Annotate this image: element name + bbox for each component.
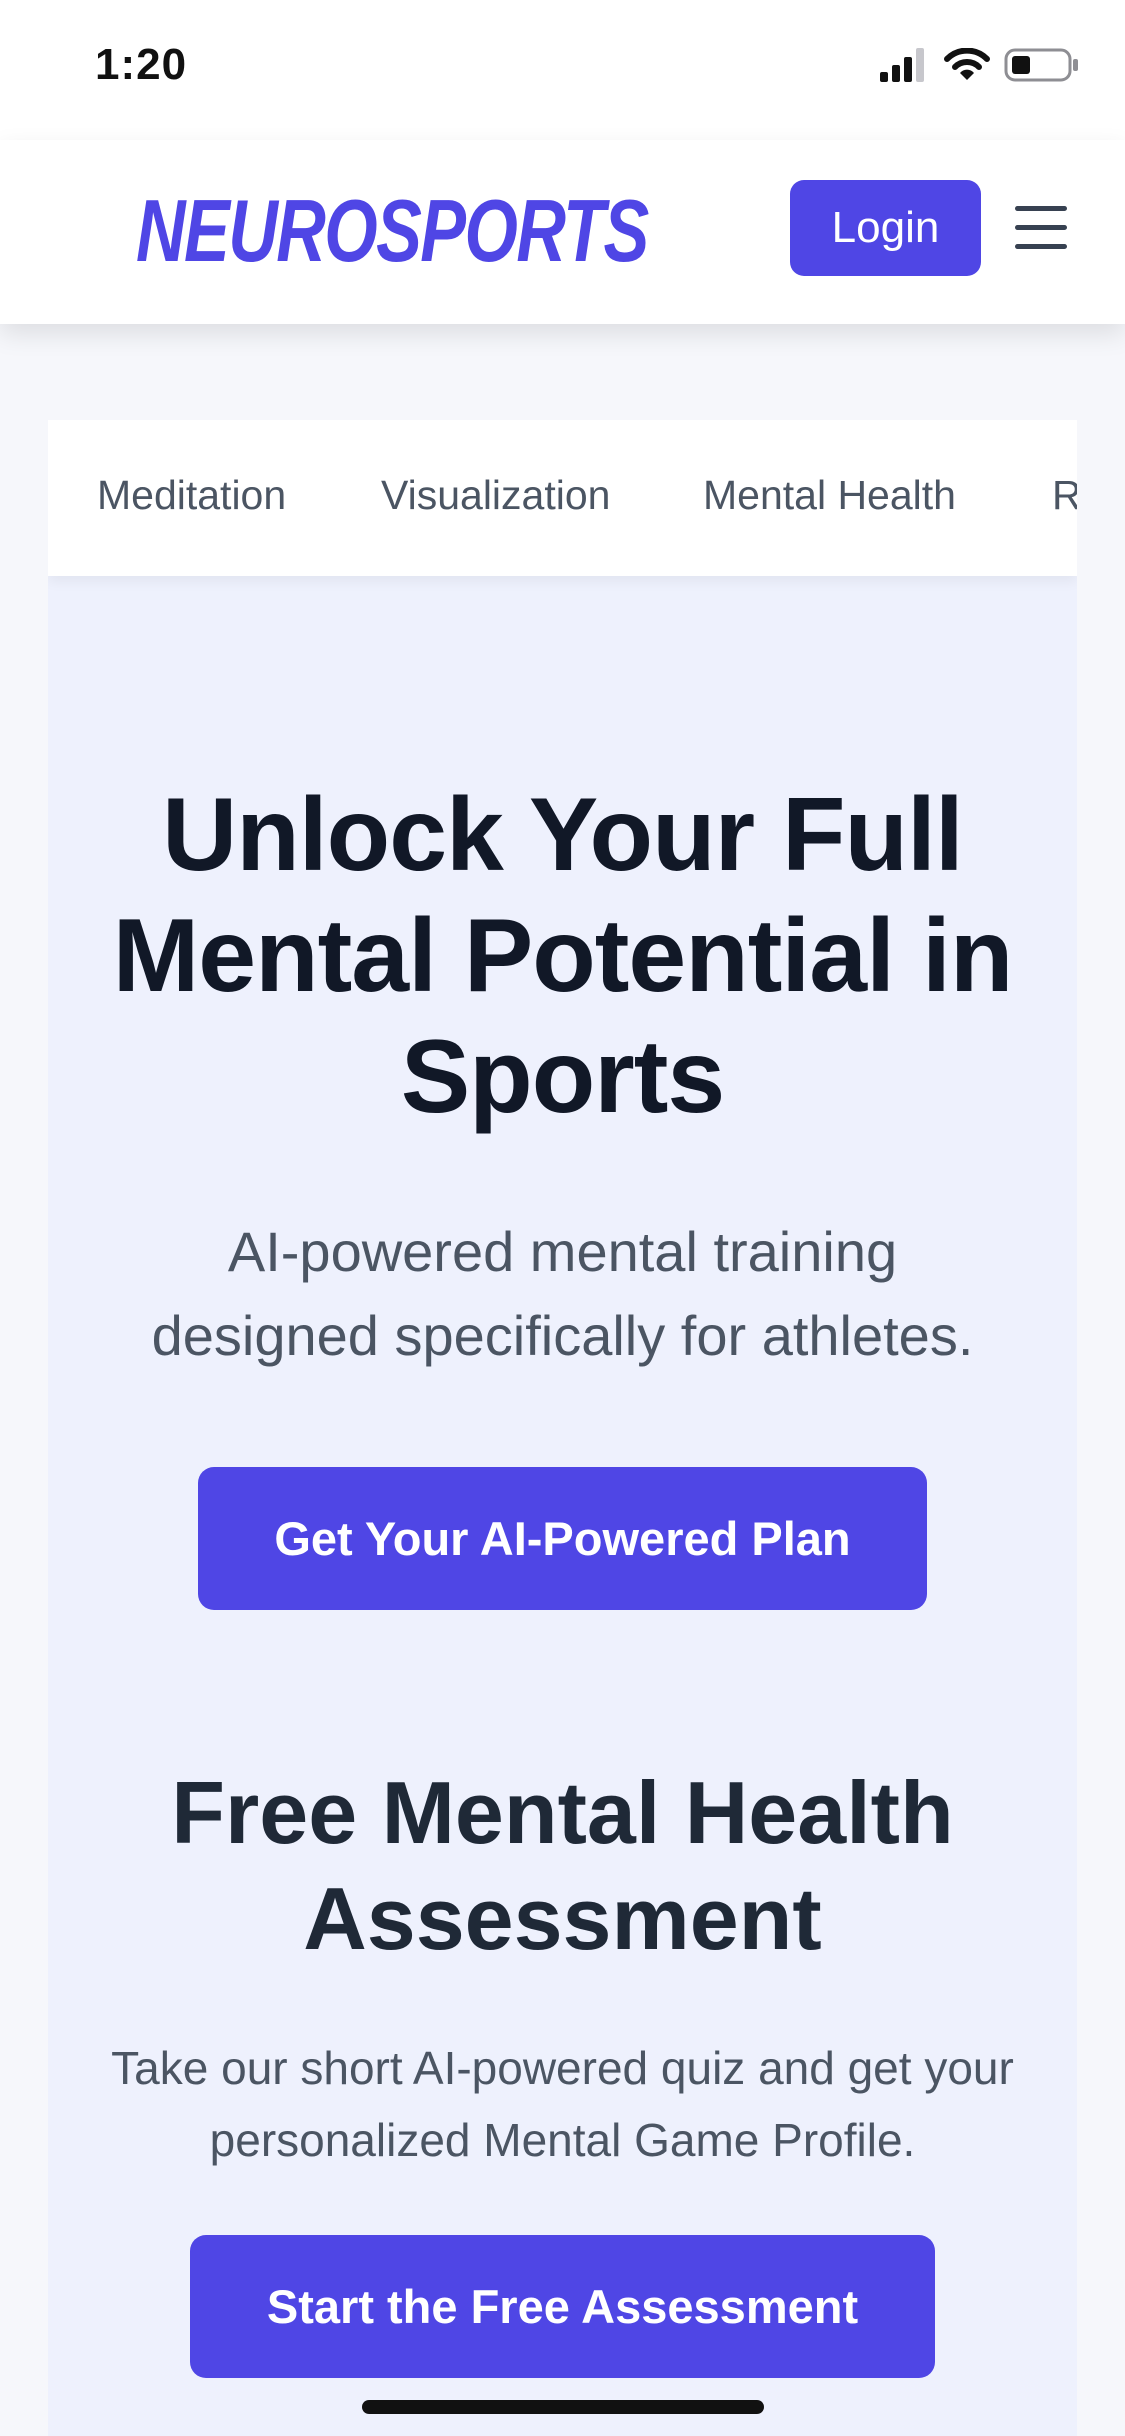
hamburger-menu-icon[interactable] [1013,200,1069,256]
category-tabs[interactable]: Meditation Visualization Mental Health R [48,420,1077,576]
tab-visualization[interactable]: Visualization [381,472,610,519]
assessment-title: Free Mental Health Assessment [171,1763,954,1968]
hero-subtitle: AI-powered mental training designed spec… [151,1220,974,1367]
tab-meditation[interactable]: Meditation [97,472,286,519]
tab-mental-health[interactable]: Mental Health [703,472,956,519]
battery-icon [1004,48,1078,82]
tab-partial[interactable]: R [1052,472,1077,519]
status-icons [880,48,1080,82]
cellular-signal-icon [880,48,924,82]
screen: 1:20 NEUROSPORTS Login Meditation Visual… [0,0,1125,2436]
site-header: NEUROSPORTS Login [0,140,1125,324]
home-indicator[interactable] [362,2400,764,2414]
status-time: 1:20 [95,40,188,89]
status-bar: 1:20 [0,0,1125,140]
login-button[interactable]: Login [790,180,981,276]
start-assessment-button[interactable]: Start the Free Assessment [190,2235,935,2378]
brand-logo[interactable]: NEUROSPORTS [136,180,649,282]
assessment-description: Take our short AI-powered quiz and get y… [111,2042,1014,2166]
hero-title: Unlock Your Full Mental Potential in Spo… [112,777,1014,1135]
hero-card: Meditation Visualization Mental Health R… [48,420,1077,2436]
wifi-icon [944,48,990,80]
get-plan-button[interactable]: Get Your AI-Powered Plan [198,1467,927,1610]
